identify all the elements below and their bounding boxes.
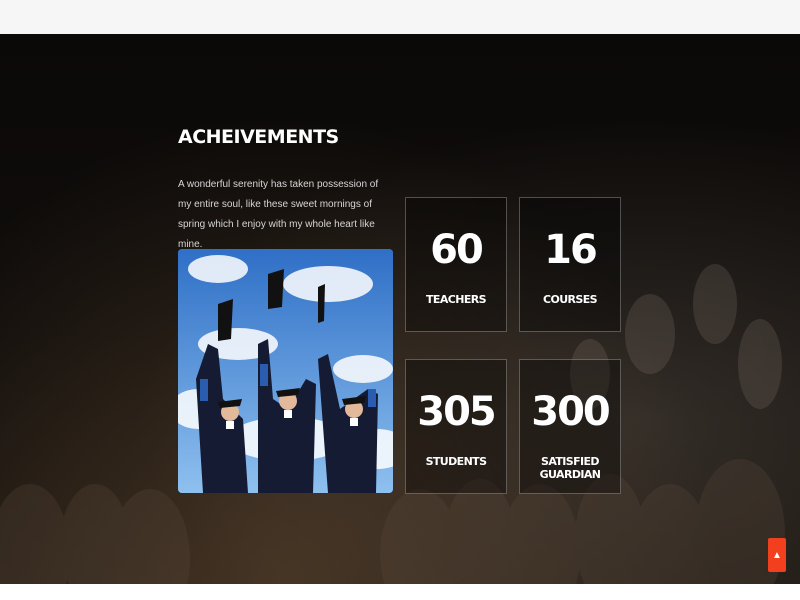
stat-card-courses: 16 COURSES xyxy=(519,197,621,332)
stat-label: SATISFIED GUARDIAN xyxy=(539,455,601,481)
stat-card-satisfied-guardian: 300 SATISFIED GUARDIAN xyxy=(519,359,621,494)
stat-card-students: 305 STUDENTS xyxy=(405,359,507,494)
stat-card-teachers: 60 TEACHERS xyxy=(405,197,507,332)
stat-value: 305 xyxy=(417,389,497,435)
section-description: A wonderful serenity has taken possessio… xyxy=(178,179,379,250)
stat-value: 16 xyxy=(544,227,598,273)
stat-value: 300 xyxy=(531,389,611,435)
stat-label: TEACHERS xyxy=(426,293,487,306)
achievements-section: ACHEIVEMENTS A wonderful serenity has ta… xyxy=(0,34,800,584)
section-title: ACHEIVEMENTS xyxy=(178,126,339,148)
stat-value: 60 xyxy=(430,227,484,273)
footer-strip xyxy=(0,584,800,600)
chevron-up-icon: ▲ xyxy=(772,549,782,561)
scroll-to-top-button[interactable]: ▲ xyxy=(768,538,786,572)
graduates-photo xyxy=(178,249,393,493)
stat-label: COURSES xyxy=(543,293,598,306)
crowd-background-image xyxy=(0,264,785,584)
top-navbar xyxy=(0,0,800,35)
stat-label: STUDENTS xyxy=(425,455,487,468)
